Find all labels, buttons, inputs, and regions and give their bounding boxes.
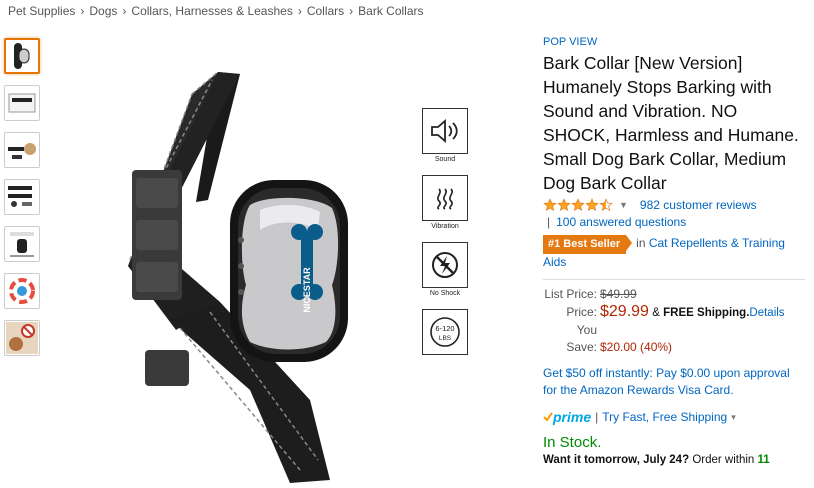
breadcrumb-link[interactable]: Dogs xyxy=(89,4,117,18)
prime-check-icon xyxy=(543,412,553,422)
feature-label-sound: Sound xyxy=(434,156,456,163)
breadcrumb-separator: › xyxy=(122,4,127,18)
prime-trial-link[interactable]: Try Fast, Free Shipping xyxy=(602,410,727,424)
thumbnail-kit-contents[interactable] xyxy=(4,179,40,215)
thumbnail-sensitivity-chart[interactable] xyxy=(4,226,40,262)
star-icon xyxy=(543,198,557,211)
no-shock-icon xyxy=(422,242,468,288)
breadcrumb-link[interactable]: Collars xyxy=(307,4,344,18)
separator: | xyxy=(595,410,599,424)
product-info: POP VIEW Bark Collar [New Version] Human… xyxy=(543,36,805,466)
star-rating[interactable] xyxy=(543,198,613,212)
weight-icon: 6-120 LBS xyxy=(422,309,468,355)
star-icon xyxy=(585,198,599,211)
star-icon xyxy=(571,198,585,211)
prime-logo[interactable]: prime xyxy=(543,409,591,425)
weight-unit-text: LBS xyxy=(439,335,452,342)
thumbnail-strip xyxy=(4,38,42,367)
savings-amount: $20.00 (40%) xyxy=(600,340,673,354)
best-seller-row: #1 Best Seller in Cat Repellents & Traini… xyxy=(543,235,805,271)
speaker-icon xyxy=(422,108,468,154)
breadcrumb-separator: › xyxy=(349,4,354,18)
price-label: Price: xyxy=(566,305,597,319)
customer-reviews-link[interactable]: 982 customer reviews xyxy=(640,198,757,212)
answered-questions-link[interactable]: 100 answered questions xyxy=(556,215,686,229)
price: $29.99 xyxy=(600,303,649,320)
separator: | xyxy=(547,215,551,229)
vibration-icon xyxy=(422,175,468,221)
list-price: $49.99 xyxy=(600,287,637,301)
shipping-info: & FREE Shipping.Details xyxy=(652,307,785,319)
feature-icons: Sound Vibration No Shock 6-120 LBS xyxy=(422,108,470,355)
shipping-details-link[interactable]: Details xyxy=(749,307,784,319)
list-price-label: List Price: xyxy=(544,287,597,301)
you-save-label: You Save: xyxy=(566,323,597,354)
delivery-message: Want it tomorrow, July 24? Order within … xyxy=(543,454,770,466)
rating-row: ▼ 982 customer reviews xyxy=(543,197,805,213)
qa-row: | 100 answered questions xyxy=(543,215,805,229)
availability: In Stock. xyxy=(543,434,602,451)
rating-dropdown-icon[interactable]: ▼ xyxy=(619,200,628,210)
best-seller-badge: #1 Best Seller xyxy=(543,235,633,254)
weight-range-text: 6-120 xyxy=(435,324,454,333)
thumbnail-dog-wearing[interactable] xyxy=(4,132,40,168)
product-title: Bark Collar [New Version] Humanely Stops… xyxy=(543,53,799,193)
thumbnail-no-shock-dog[interactable] xyxy=(4,320,40,356)
breadcrumb-link[interactable]: Bark Collars xyxy=(358,4,423,18)
prime-row: prime | Try Fast, Free Shipping ▾ xyxy=(543,409,805,425)
best-seller-in: in xyxy=(636,236,646,250)
feature-label-no-shock: No Shock xyxy=(429,290,461,297)
thumbnail-product-front[interactable] xyxy=(4,38,40,74)
breadcrumb-link[interactable]: Pet Supplies xyxy=(8,4,75,18)
breadcrumb: Pet Supplies › Dogs › Collars, Harnesses & L… xyxy=(8,4,424,18)
device-brand-label: NICESTAR xyxy=(302,267,312,313)
rewards-card-promo-link[interactable]: Get $50 off instantly: Pay $0.00 upon ap… xyxy=(543,365,805,399)
thumbnail-product-box[interactable] xyxy=(4,85,40,121)
breadcrumb-separator: › xyxy=(297,4,302,18)
breadcrumb-separator: › xyxy=(80,4,85,18)
star-icon xyxy=(599,198,613,211)
thumbnail-color-wheel[interactable] xyxy=(4,273,40,309)
feature-label-vibration: Vibration xyxy=(431,223,459,230)
star-icon xyxy=(557,198,571,211)
brand-link[interactable]: POP VIEW xyxy=(543,36,805,48)
breadcrumb-link[interactable]: Collars, Harnesses & Leashes xyxy=(131,4,292,18)
divider xyxy=(543,279,805,280)
price-block: List Price: $49.99 Price: $29.99 & FREE Sh… xyxy=(543,286,805,356)
prime-dropdown-icon[interactable]: ▾ xyxy=(731,412,736,423)
